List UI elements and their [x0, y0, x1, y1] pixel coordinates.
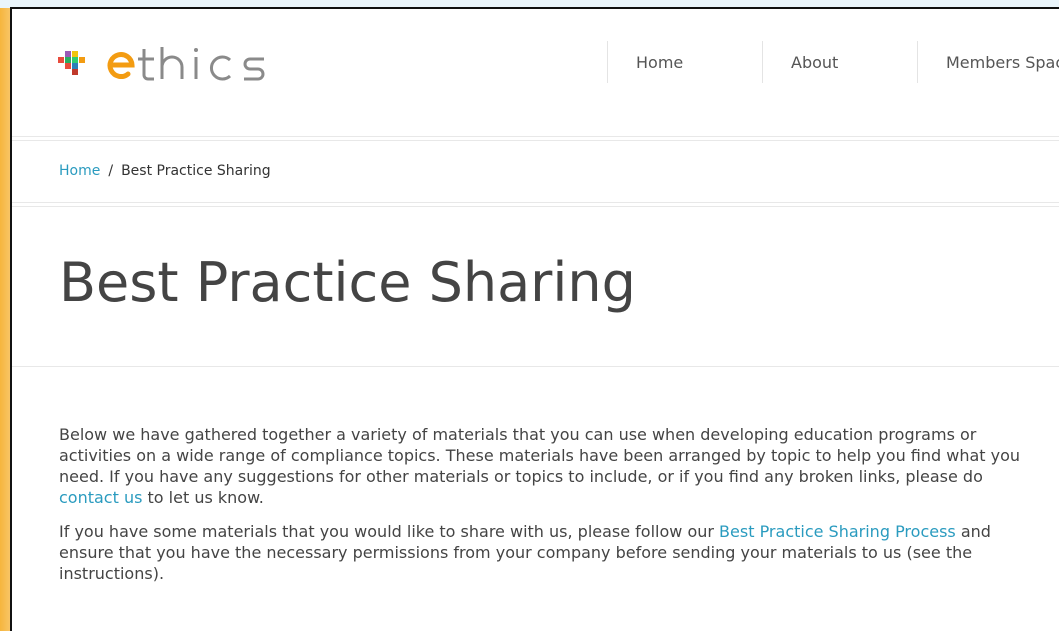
breadcrumb-divider-2	[12, 206, 1059, 207]
breadcrumb: Home / Best Practice Sharing	[59, 163, 271, 179]
nav-home[interactable]: Home	[607, 41, 762, 83]
header-divider	[12, 136, 1059, 137]
browser-page: Home About Members Spac Home / Best Practi…	[10, 7, 1059, 631]
page-content: Below we have gathered together a variet…	[59, 424, 1034, 597]
breadcrumb-home-link[interactable]: Home	[59, 163, 100, 179]
main-nav: Home About Members Spac	[607, 41, 1059, 83]
breadcrumb-separator: /	[108, 163, 114, 179]
header-divider-2	[12, 140, 1059, 141]
intro-paragraph: Below we have gathered together a variet…	[59, 424, 1034, 508]
logo-mark-icon	[58, 47, 265, 81]
title-divider	[12, 366, 1059, 367]
site-header: Home About Members Spac	[12, 9, 1059, 137]
breadcrumb-divider	[12, 202, 1059, 203]
share-paragraph: If you have some materials that you woul…	[59, 521, 1034, 584]
ethics-logo[interactable]	[58, 43, 298, 83]
best-practice-process-link[interactable]: Best Practice Sharing Process	[719, 522, 956, 541]
page-title: Best Practice Sharing	[59, 251, 636, 314]
contact-us-link[interactable]: contact us	[59, 488, 142, 507]
breadcrumb-current: Best Practice Sharing	[121, 163, 271, 179]
share-text-start: If you have some materials that you woul…	[59, 522, 720, 541]
intro-text-end: to let us know.	[142, 488, 264, 507]
nav-about[interactable]: About	[762, 41, 917, 83]
intro-text-start: Below we have gathered together a variet…	[59, 425, 1021, 486]
nav-members-space[interactable]: Members Spac	[917, 41, 1059, 83]
